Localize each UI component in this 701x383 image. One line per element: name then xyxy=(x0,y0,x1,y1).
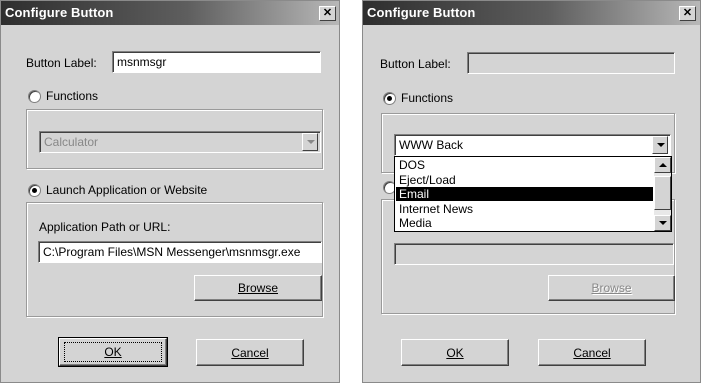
button-label-input[interactable] xyxy=(467,52,675,74)
title-bar[interactable]: Configure Button ✕ xyxy=(363,1,700,25)
close-icon[interactable]: ✕ xyxy=(319,6,336,21)
configure-button-dialog-left: Configure Button ✕ Button Label: msnmsgr… xyxy=(0,0,340,383)
ok-button-label: OK xyxy=(446,345,464,360)
button-label-input[interactable]: msnmsgr xyxy=(112,51,321,73)
functions-radio-label: Functions xyxy=(46,89,99,103)
app-path-input[interactable] xyxy=(394,243,674,265)
cancel-button[interactable]: Cancel xyxy=(196,339,304,366)
close-icon[interactable]: ✕ xyxy=(679,6,696,21)
browse-button-label: Browse xyxy=(591,281,632,295)
scroll-thumb[interactable] xyxy=(654,176,671,210)
cancel-button-label: Cancel xyxy=(231,345,269,360)
list-item[interactable]: Media xyxy=(396,216,653,230)
list-item-selected[interactable]: Email xyxy=(396,187,653,201)
functions-radio-label: Functions xyxy=(401,91,454,105)
button-label-caption: Button Label: xyxy=(380,57,451,71)
ok-button[interactable]: OK xyxy=(401,339,509,366)
dialog-title: Configure Button xyxy=(367,5,476,20)
launch-radio[interactable] xyxy=(28,184,41,197)
functions-dropdown-list[interactable]: DOS Eject/Load Email Internet News Media xyxy=(394,156,672,232)
button-label-caption: Button Label: xyxy=(26,56,97,70)
chevron-down-icon[interactable] xyxy=(652,136,668,154)
ok-button[interactable]: OK xyxy=(58,337,168,367)
functions-radio[interactable] xyxy=(28,90,41,103)
list-item[interactable]: Internet News xyxy=(396,202,653,216)
app-path-input[interactable]: C:\Program Files\MSN Messenger\msnmsgr.e… xyxy=(38,241,322,263)
browse-button[interactable]: Browse xyxy=(194,275,322,301)
scroll-up-icon[interactable] xyxy=(654,157,671,173)
dialog-title: Configure Button xyxy=(5,5,114,20)
launch-radio-label: Launch Application or Website xyxy=(46,183,208,197)
list-item[interactable]: DOS xyxy=(396,158,653,172)
list-scrollbar[interactable] xyxy=(654,157,671,231)
title-bar[interactable]: Configure Button ✕ xyxy=(1,1,339,25)
chevron-down-icon[interactable] xyxy=(302,133,318,151)
configure-button-dialog-right: Configure Button ✕ Button Label: Functio… xyxy=(362,0,701,383)
cancel-button-label: Cancel xyxy=(573,345,611,360)
functions-dropdown[interactable]: WWW Back xyxy=(394,134,671,156)
app-path-caption: Application Path or URL: xyxy=(39,220,171,234)
browse-button[interactable]: Browse xyxy=(548,275,675,301)
browse-button-label: Browse xyxy=(237,281,278,295)
ok-button-label: OK xyxy=(104,345,122,359)
functions-radio[interactable] xyxy=(383,92,396,105)
functions-dropdown[interactable]: Calculator xyxy=(39,131,321,153)
scroll-down-icon[interactable] xyxy=(654,215,671,231)
list-item[interactable]: Eject/Load xyxy=(396,173,653,187)
cancel-button[interactable]: Cancel xyxy=(538,339,646,366)
